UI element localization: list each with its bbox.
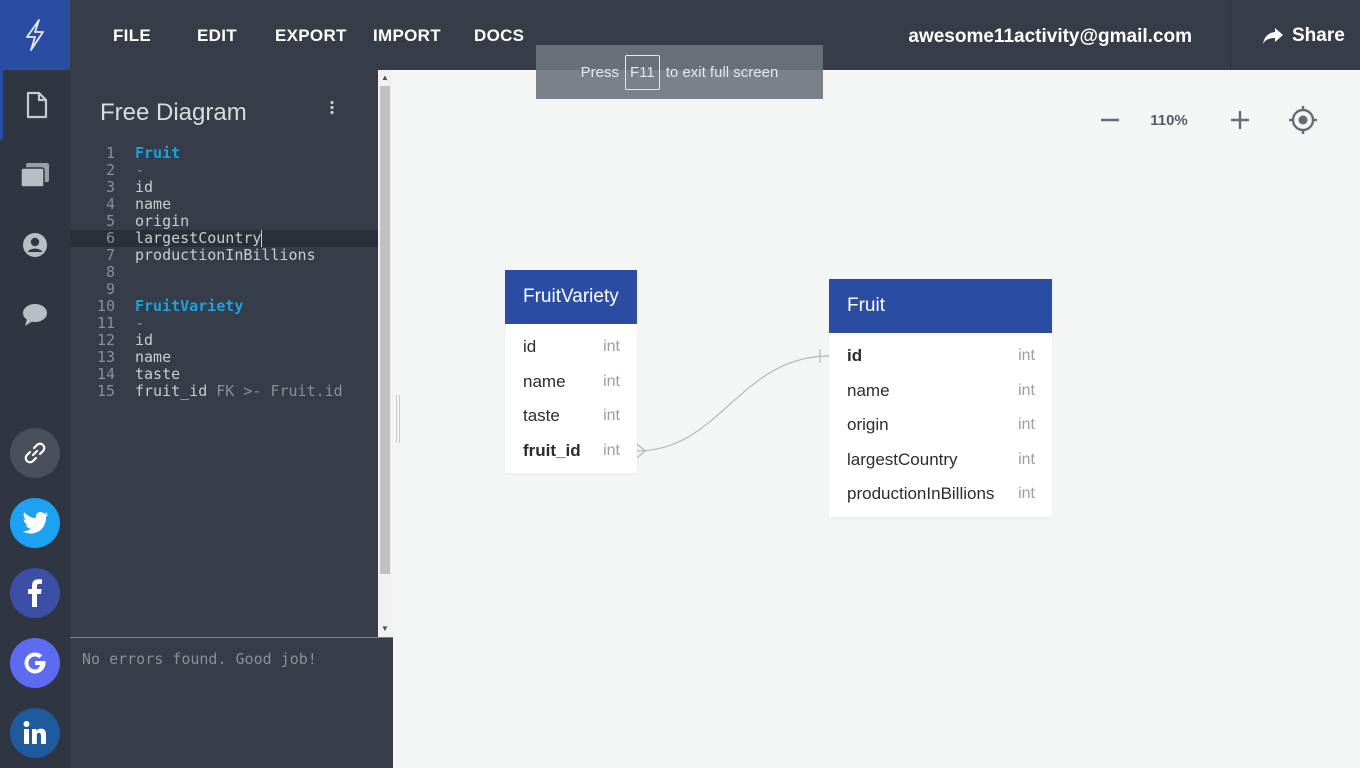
column-name: origin: [847, 415, 889, 435]
column-type: int: [603, 372, 620, 390]
table-column-row[interactable]: origin int: [829, 408, 1052, 443]
column-name: largestCountry: [847, 449, 958, 469]
column-type: int: [1018, 450, 1035, 468]
table-column-row[interactable]: name int: [505, 365, 637, 400]
column-type: int: [1018, 381, 1035, 399]
column-type: int: [1018, 416, 1035, 434]
recenter-icon[interactable]: [1288, 105, 1318, 135]
table-column-row[interactable]: name int: [829, 374, 1052, 409]
table-column-row[interactable]: id int: [829, 339, 1052, 374]
column-name: productionInBillions: [847, 484, 995, 504]
zoom-level: 110%: [1150, 112, 1188, 129]
table-column-row[interactable]: id int: [505, 330, 637, 365]
table-fruitvariety[interactable]: FruitVariety id int name int taste int frui…: [505, 270, 637, 473]
table-column-row[interactable]: taste int: [505, 399, 637, 434]
zoom-out-icon[interactable]: [1098, 108, 1122, 132]
toast-key: F11: [625, 54, 660, 90]
column-name: id: [523, 337, 537, 357]
toast-text-after: to exit full screen: [665, 63, 779, 81]
table-fruit[interactable]: Fruit id int name int origin int largestCou…: [829, 279, 1052, 517]
column-name: name: [847, 380, 890, 400]
table-header[interactable]: FruitVariety: [505, 270, 637, 324]
table-column-row[interactable]: fruit_id int: [505, 434, 637, 469]
column-type: int: [603, 407, 620, 425]
column-type: int: [1018, 485, 1035, 503]
column-type: int: [1018, 347, 1035, 365]
column-name: name: [523, 371, 566, 391]
column-type: int: [603, 441, 620, 459]
column-name: fruit_id: [523, 440, 581, 460]
toast-text-before: Press: [580, 63, 620, 81]
column-name: taste: [523, 406, 560, 426]
column-type: int: [603, 338, 620, 356]
column-name: id: [847, 346, 863, 366]
table-column-row[interactable]: productionInBillions int: [829, 477, 1052, 512]
table-header[interactable]: Fruit: [829, 279, 1052, 333]
fullscreen-toast: Press F11 to exit full screen: [536, 45, 823, 99]
table-column-row[interactable]: largestCountry int: [829, 443, 1052, 478]
zoom-in-icon[interactable]: [1228, 108, 1252, 132]
